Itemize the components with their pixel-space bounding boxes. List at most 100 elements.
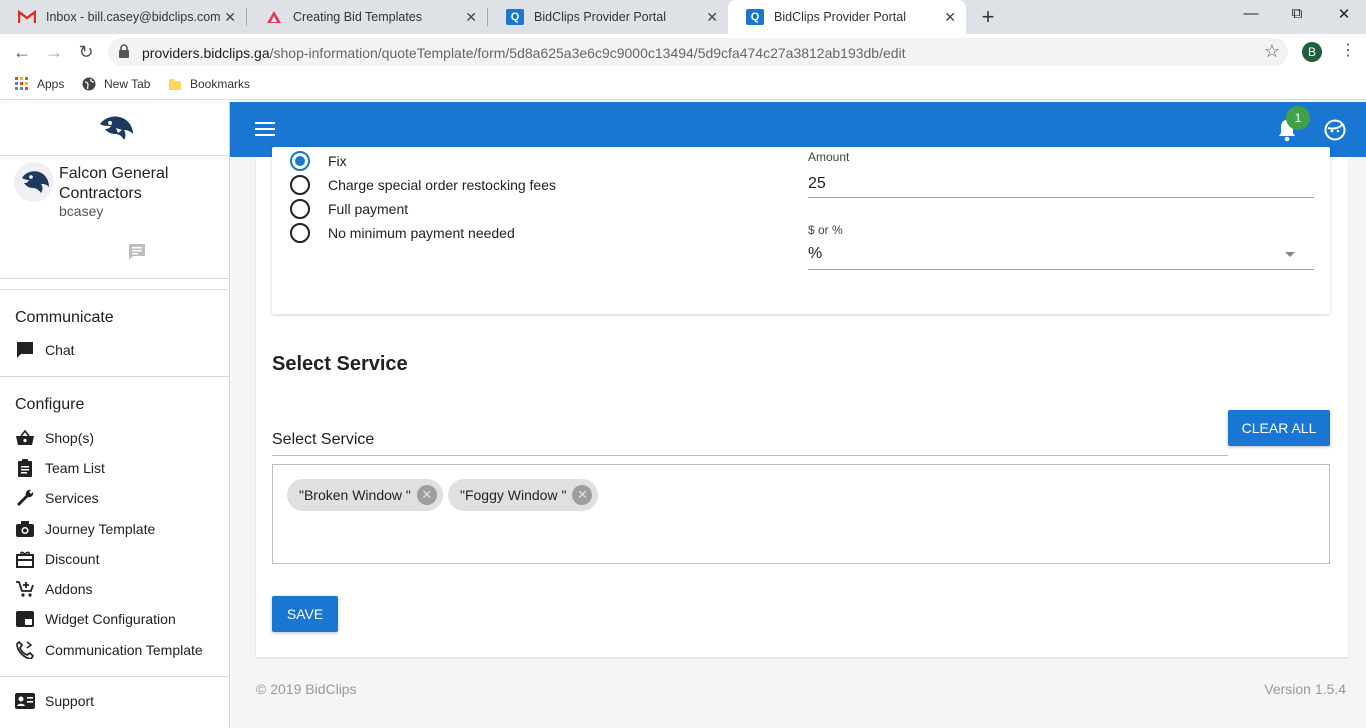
- sidebar-item-label: Discount: [45, 551, 100, 567]
- chat-icon: [15, 340, 35, 360]
- bookmark-star-icon[interactable]: ☆: [1264, 41, 1280, 62]
- falcon-logo-icon: [100, 116, 133, 140]
- amount-underline: [808, 197, 1314, 198]
- service-chip: "Broken Window " ✕: [287, 479, 443, 511]
- menu-icon[interactable]: [255, 122, 275, 138]
- account-face-icon[interactable]: [1324, 119, 1346, 141]
- bookmark-label: Bookmarks: [190, 77, 251, 91]
- company-avatar: [14, 162, 54, 202]
- payment-option-fix[interactable]: Fix: [290, 150, 347, 172]
- sidebar-item-label: Team List: [45, 460, 105, 476]
- tab-title: BidClips Provider Portal: [534, 10, 666, 24]
- back-arrow-icon[interactable]: ←: [10, 40, 34, 64]
- radio-selected[interactable]: [290, 151, 310, 171]
- reload-icon[interactable]: ↻: [74, 40, 98, 64]
- message-icon[interactable]: [127, 242, 147, 262]
- sidebar-item-team-list[interactable]: Team List: [15, 456, 225, 480]
- save-button[interactable]: SAVE: [272, 596, 338, 632]
- close-tab-icon[interactable]: ✕: [706, 9, 718, 26]
- browser-menu-icon[interactable]: ⋮: [1340, 40, 1356, 60]
- url-domain: providers.bidclips.ga: [142, 45, 270, 61]
- sidebar-item-addons[interactable]: Addons: [15, 577, 225, 601]
- chip-label: "Foggy Window ": [460, 487, 567, 503]
- gift-icon: [15, 549, 35, 569]
- restore-window-icon[interactable]: ⧉: [1282, 5, 1312, 22]
- sidebar: Falcon General Contractors bcasey Commun…: [0, 102, 230, 728]
- forward-arrow-icon[interactable]: →: [42, 40, 66, 64]
- close-tab-icon[interactable]: ✕: [465, 9, 477, 26]
- remove-chip-icon[interactable]: ✕: [416, 485, 437, 505]
- radio-label: Charge special order restocking fees: [328, 177, 557, 193]
- radio-label: Fix: [328, 153, 347, 169]
- basket-icon: [15, 428, 35, 448]
- payment-option-full-payment[interactable]: Full payment: [290, 198, 408, 220]
- folder-icon: [169, 79, 181, 90]
- sidebar-item-discount[interactable]: Discount: [15, 547, 225, 571]
- clipboard-icon: [15, 458, 35, 478]
- url-path: /shop-information/quoteTemplate/form/5d8…: [269, 45, 906, 61]
- sidebar-item-label: Chat: [45, 342, 75, 358]
- browser-tab-creating-bid-templates[interactable]: Creating Bid Templates ✕: [247, 0, 487, 34]
- contact-card-icon: [15, 691, 35, 711]
- divider: [0, 376, 230, 377]
- cart-add-icon: [15, 579, 35, 599]
- selected-services-box: "Broken Window " ✕ "Foggy Window " ✕: [272, 464, 1330, 564]
- widget-icon: [15, 609, 35, 629]
- radio-unselected[interactable]: [290, 223, 310, 243]
- sidebar-item-communication-template[interactable]: Communication Template: [15, 638, 225, 662]
- minimize-window-icon[interactable]: —: [1236, 5, 1266, 22]
- select-service-underline: [272, 455, 1228, 456]
- amount-input[interactable]: 25: [808, 175, 826, 193]
- bookmarks-bar: Apps New Tab Bookmarks: [0, 70, 1366, 100]
- section-title-communicate: Communicate: [15, 309, 114, 326]
- sidebar-item-support[interactable]: Support: [15, 689, 225, 713]
- app-triangle-icon: [265, 9, 283, 25]
- globe-icon: [82, 77, 96, 91]
- footer-version: Version 1.5.4: [1264, 681, 1346, 697]
- bookmark-apps[interactable]: Apps: [15, 77, 64, 91]
- amount-label: Amount: [808, 150, 850, 164]
- browser-tab-bidclips-1[interactable]: Q BidClips Provider Portal ✕: [488, 0, 728, 34]
- tab-title: Inbox - bill.casey@bidclips.com -: [46, 10, 222, 24]
- close-window-icon[interactable]: ✕: [1329, 5, 1359, 23]
- sidebar-item-journey-template[interactable]: Journey Template: [15, 517, 225, 541]
- profile-avatar[interactable]: B: [1302, 42, 1322, 62]
- unit-underline: [808, 269, 1314, 270]
- footer-copyright: © 2019 BidClips: [256, 681, 357, 697]
- sidebar-item-label: Widget Configuration: [45, 611, 176, 627]
- lock-icon: [119, 44, 129, 58]
- browser-tab-gmail[interactable]: Inbox - bill.casey@bidclips.com - ✕: [0, 0, 246, 34]
- sidebar-item-shops[interactable]: Shop(s): [15, 426, 225, 450]
- radio-label: No minimum payment needed: [328, 225, 515, 241]
- browser-tab-strip: Inbox - bill.casey@bidclips.com - ✕ Crea…: [0, 0, 1366, 34]
- radio-unselected[interactable]: [290, 199, 310, 219]
- notification-count-badge: 1: [1286, 106, 1310, 130]
- unit-select[interactable]: %: [808, 245, 822, 263]
- url-text[interactable]: providers.bidclips.ga/shop-information/q…: [142, 45, 906, 61]
- new-tab-button[interactable]: +: [976, 4, 1000, 30]
- payment-settings-card: Fix Charge special order restocking fees…: [272, 147, 1330, 314]
- bidclips-favicon-icon: Q: [506, 9, 524, 25]
- bookmark-folder[interactable]: Bookmarks: [168, 77, 250, 91]
- clear-all-button[interactable]: CLEAR ALL: [1228, 410, 1330, 446]
- sidebar-item-widget-configuration[interactable]: Widget Configuration: [15, 607, 225, 631]
- sidebar-item-label: Communication Template: [45, 642, 203, 658]
- username: bcasey: [59, 203, 104, 219]
- unit-label: $ or %: [808, 223, 843, 237]
- select-service-field[interactable]: Select Service: [272, 431, 374, 449]
- close-tab-icon[interactable]: ✕: [944, 9, 956, 26]
- sidebar-item-chat[interactable]: Chat: [15, 338, 225, 362]
- browser-toolbar: ← → ↻ providers.bidclips.ga/shop-informa…: [0, 34, 1366, 70]
- sidebar-item-services[interactable]: Services: [15, 486, 225, 510]
- radio-unselected[interactable]: [290, 175, 310, 195]
- remove-chip-icon[interactable]: ✕: [572, 485, 593, 505]
- browser-tab-bidclips-active[interactable]: Q BidClips Provider Portal ✕: [728, 0, 966, 34]
- chevron-down-icon[interactable]: [1285, 252, 1295, 257]
- close-tab-icon[interactable]: ✕: [224, 9, 236, 26]
- main-content: Fix Charge special order restocking fees…: [231, 147, 1366, 728]
- address-bar[interactable]: providers.bidclips.ga/shop-information/q…: [108, 38, 1288, 66]
- payment-option-restocking-fees[interactable]: Charge special order restocking fees: [290, 174, 556, 196]
- sidebar-item-label: Journey Template: [45, 521, 156, 537]
- payment-option-no-minimum[interactable]: No minimum payment needed: [290, 222, 515, 244]
- bookmark-new-tab[interactable]: New Tab: [82, 77, 150, 91]
